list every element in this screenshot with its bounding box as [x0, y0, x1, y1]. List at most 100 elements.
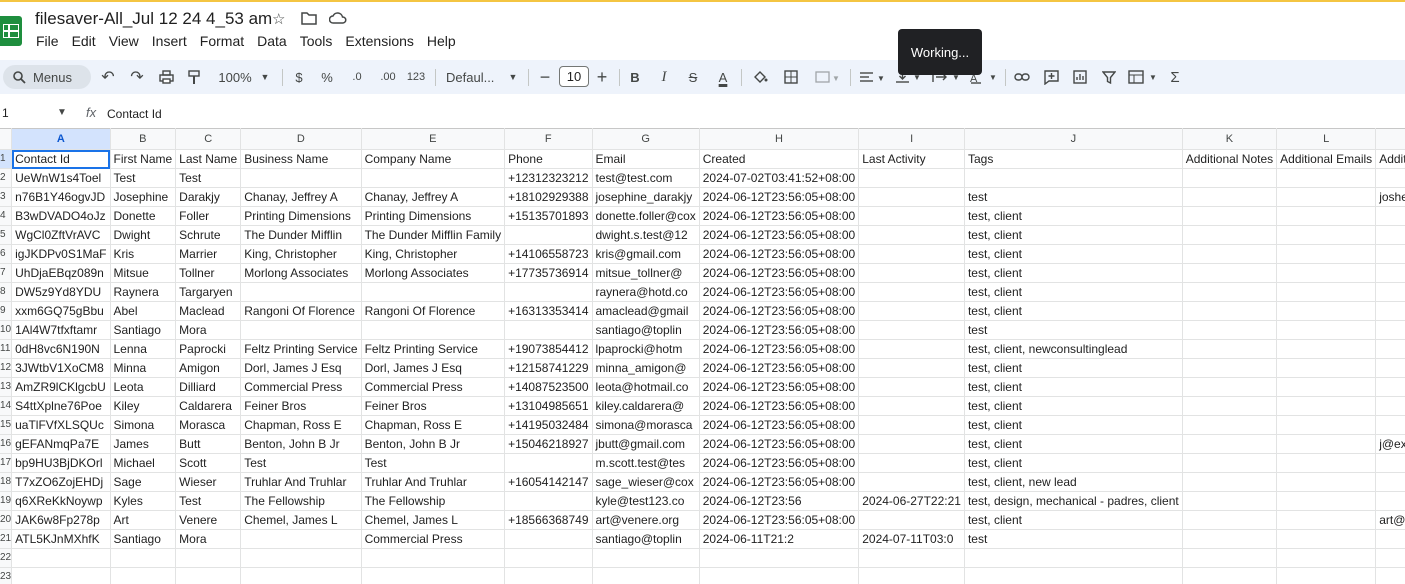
row-header[interactable]: 3	[0, 187, 13, 207]
cell[interactable]: Test	[110, 168, 177, 188]
cell[interactable]: Darakjy	[175, 187, 242, 207]
cell[interactable]: Scott	[175, 453, 242, 473]
cell[interactable]	[1375, 491, 1405, 511]
cell[interactable]: 2024-06-12T23:56:05+08:00	[699, 187, 860, 207]
cell[interactable]: lpaprocki@hotm	[592, 339, 700, 359]
move-folder-icon[interactable]	[301, 11, 317, 30]
cell[interactable]	[1375, 453, 1405, 473]
decrease-font-size-icon[interactable]: −	[536, 60, 554, 94]
cell[interactable]: n76B1Y46ogvJD	[11, 187, 111, 207]
cell[interactable]: amaclead@gmail	[592, 301, 700, 321]
cell[interactable]: kiley.caldarera@	[592, 396, 700, 416]
cell[interactable]	[858, 339, 965, 359]
cell[interactable]: test	[964, 320, 1183, 340]
cell[interactable]: Chapman, Ross E	[361, 415, 506, 435]
header-cell[interactable]: First Name	[110, 149, 177, 169]
cell[interactable]: +13104985651	[504, 396, 593, 416]
cell[interactable]	[1375, 415, 1405, 435]
cell[interactable]: Kris	[110, 244, 177, 264]
column-header-a[interactable]: A	[11, 128, 111, 150]
cell[interactable]	[11, 548, 111, 568]
cell[interactable]: Dilliard	[175, 377, 242, 397]
cell[interactable]: Feiner Bros	[240, 396, 362, 416]
cell[interactable]: sage_wieser@cox	[592, 472, 700, 492]
row-header[interactable]: 11	[0, 339, 13, 359]
row-header[interactable]: 18	[0, 472, 13, 492]
cell[interactable]: Art	[110, 510, 177, 530]
cell[interactable]: The Dunder Mifflin Family	[361, 225, 506, 245]
cell[interactable]	[1182, 244, 1278, 264]
cell[interactable]: +12158741229	[504, 358, 593, 378]
cell[interactable]: Chemel, James L	[240, 510, 362, 530]
column-header-g[interactable]: G	[592, 128, 700, 150]
cloud-status-icon[interactable]	[328, 11, 347, 30]
font-family-select[interactable]: Defaul...	[446, 60, 508, 94]
column-header-k[interactable]: K	[1182, 128, 1278, 150]
cell[interactable]: WgCl0ZftVrAVC	[11, 225, 111, 245]
cell[interactable]: Rangoni Of Florence	[361, 301, 506, 321]
cell[interactable]: uaTlFVfXLSQUc	[11, 415, 111, 435]
row-header[interactable]: 6	[0, 244, 13, 264]
cell[interactable]	[858, 244, 965, 264]
cell[interactable]	[858, 396, 965, 416]
header-cell[interactable]: Additional Emails	[1276, 149, 1377, 169]
menu-edit[interactable]: Edit	[71, 33, 103, 50]
document-title[interactable]: filesaver-All_Jul 12 24 4_53 am	[35, 9, 272, 29]
filter-icon[interactable]	[1099, 60, 1119, 94]
cell[interactable]	[1182, 206, 1278, 226]
cell[interactable]	[1375, 168, 1405, 188]
cell[interactable]	[858, 187, 965, 207]
cell[interactable]	[858, 301, 965, 321]
cell[interactable]: Leota	[110, 377, 177, 397]
cell[interactable]: Dwight	[110, 225, 177, 245]
cell[interactable]: 2024-06-12T23:56:05+08:00	[699, 415, 860, 435]
insert-comment-icon[interactable]	[1041, 60, 1061, 94]
menu-view[interactable]: View	[108, 33, 146, 50]
cell[interactable]	[240, 529, 362, 549]
row-header[interactable]: 1	[0, 149, 13, 169]
row-header[interactable]: 15	[0, 415, 13, 435]
cell[interactable]: Mitsue	[110, 263, 177, 283]
cell[interactable]: 2024-06-12T23:56:05+08:00	[699, 263, 860, 283]
menu-format[interactable]: Format	[199, 33, 251, 50]
cell[interactable]: test, client	[964, 377, 1183, 397]
cell[interactable]	[504, 567, 593, 584]
cell[interactable]: raynera@hotd.co	[592, 282, 700, 302]
cell[interactable]: test	[964, 187, 1183, 207]
cell[interactable]: bp9HU3BjDKOrl	[11, 453, 111, 473]
cell[interactable]	[1375, 529, 1405, 549]
row-header[interactable]: 19	[0, 491, 13, 511]
cell[interactable]	[1375, 225, 1405, 245]
cell[interactable]	[1276, 567, 1377, 584]
zoom-select[interactable]: 100%	[214, 60, 256, 94]
cell[interactable]	[11, 567, 111, 584]
cell[interactable]: B3wDVADO4oJz	[11, 206, 111, 226]
cell[interactable]	[1182, 282, 1278, 302]
column-header-m[interactable]: M	[1375, 128, 1405, 150]
cell[interactable]: 2024-06-12T23:56:05+08:00	[699, 377, 860, 397]
font-dropdown-icon[interactable]: ▼	[507, 60, 519, 94]
cell[interactable]: Benton, John B Jr	[240, 434, 362, 454]
cell[interactable]	[1375, 396, 1405, 416]
cell[interactable]	[858, 168, 965, 188]
functions-button[interactable]: Σ	[1166, 60, 1184, 94]
cell[interactable]	[504, 548, 593, 568]
row-header[interactable]: 12	[0, 358, 13, 378]
paint-format-icon[interactable]	[184, 60, 204, 94]
cell[interactable]: Test	[361, 453, 506, 473]
cell[interactable]	[1182, 415, 1278, 435]
row-header[interactable]: 5	[0, 225, 13, 245]
cell[interactable]: Michael	[110, 453, 177, 473]
cell[interactable]: Commercial Press	[361, 377, 506, 397]
row-header[interactable]: 10	[0, 320, 13, 340]
cell[interactable]	[858, 206, 965, 226]
text-color-button[interactable]: A	[713, 60, 733, 94]
cell[interactable]	[240, 548, 362, 568]
cell[interactable]: 2024-06-12T23:56:05+08:00	[699, 339, 860, 359]
cell[interactable]	[175, 548, 242, 568]
cell[interactable]	[1375, 263, 1405, 283]
cell[interactable]	[1276, 206, 1377, 226]
row-header[interactable]: 23	[0, 567, 13, 584]
cell[interactable]: 2024-06-12T23:56:05+08:00	[699, 282, 860, 302]
cell[interactable]	[1276, 453, 1377, 473]
